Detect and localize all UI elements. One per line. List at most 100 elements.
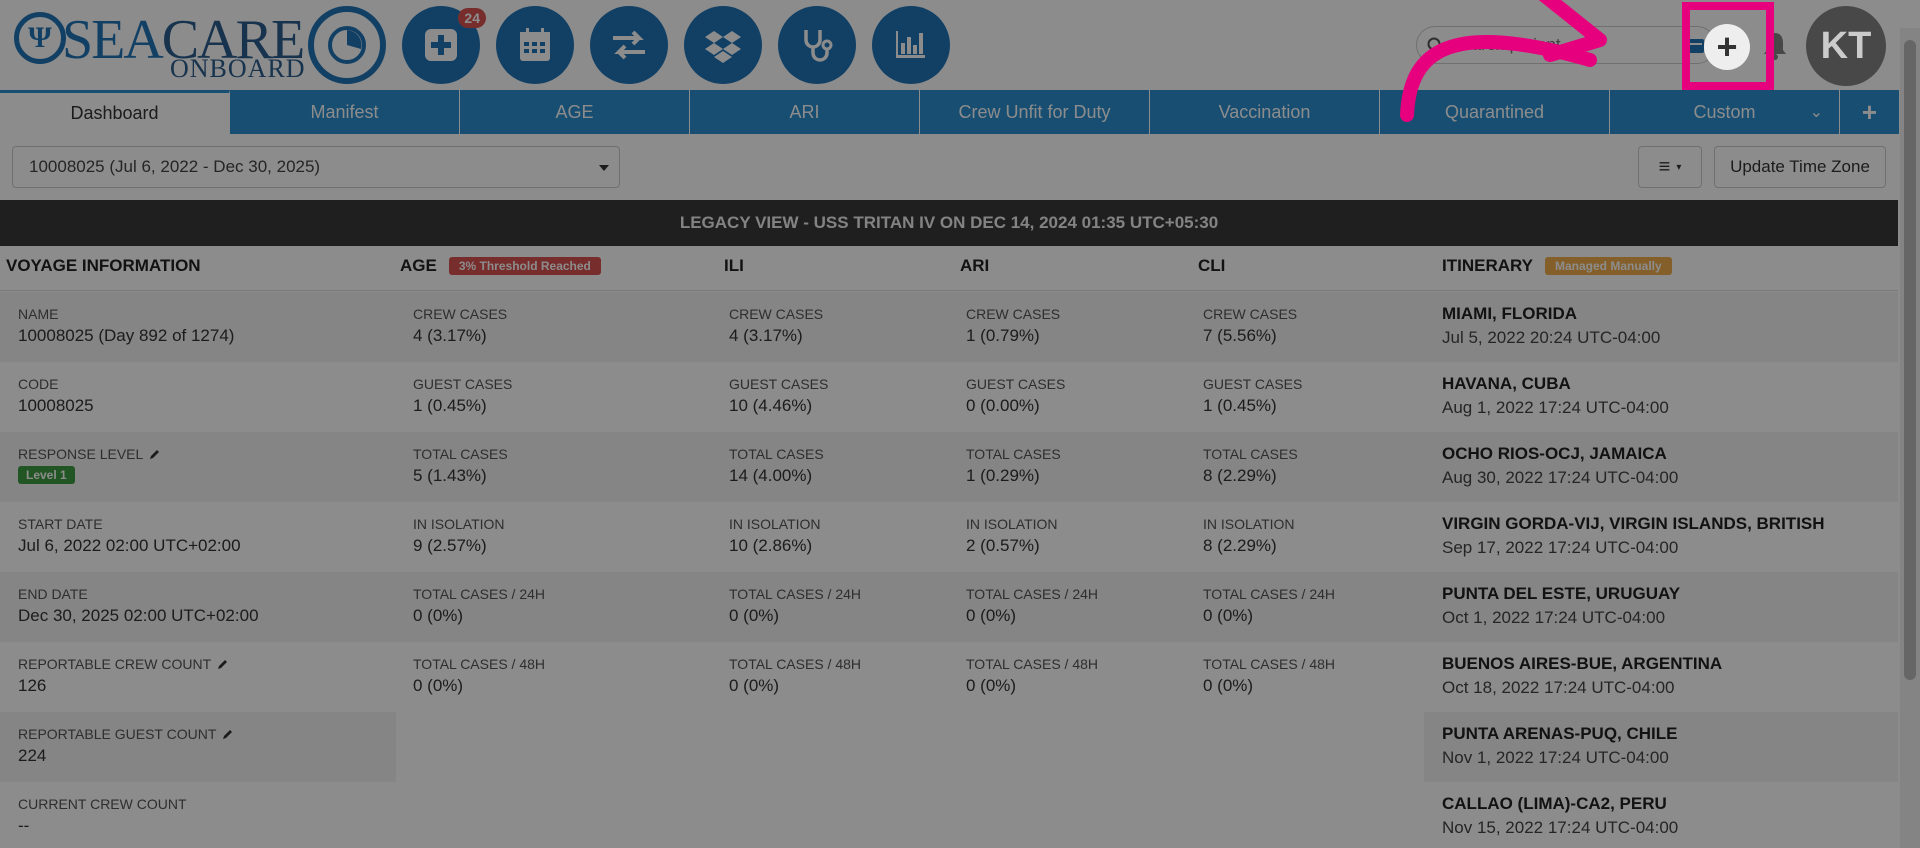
tab-vaccination[interactable]: Vaccination bbox=[1150, 90, 1380, 134]
add-patient-icon bbox=[425, 29, 457, 61]
ari-title: ARI bbox=[960, 256, 990, 275]
id-card-icon[interactable] bbox=[1685, 37, 1705, 55]
voyage-field: END DATE Dec 30, 2025 02:00 UTC+02:00 bbox=[18, 586, 259, 626]
field-label-text: NAME bbox=[18, 306, 59, 322]
itinerary-stop: OCHO RIOS-OCJ, JAMAICA Aug 30, 2022 17:24… bbox=[1442, 444, 1678, 488]
field-value: 10008025 bbox=[18, 396, 94, 415]
field-label: CURRENT CREW COUNT bbox=[18, 796, 187, 812]
metric-value: 14 (4.00%) bbox=[729, 466, 813, 485]
metric-value: 1 (0.45%) bbox=[1203, 396, 1277, 415]
ari-metric: TOTAL CASES 1 (0.29%) bbox=[966, 446, 1061, 486]
table-row: RESPONSE LEVEL Level 1 TOTAL CASES 5 (1.43%… bbox=[0, 432, 1898, 502]
metric-label: TOTAL CASES / 24H bbox=[413, 586, 546, 602]
bell-icon[interactable] bbox=[1762, 30, 1788, 60]
dashboard-icon bbox=[328, 26, 366, 64]
field-label: END DATE bbox=[18, 586, 259, 602]
cli-metric: TOTAL CASES / 48H 0 (0%) bbox=[1203, 656, 1335, 696]
cli-metric: CREW CASES 7 (5.56%) bbox=[1203, 306, 1297, 346]
metric-value: 0 (0.00%) bbox=[966, 396, 1040, 415]
bar-chart-icon bbox=[896, 31, 925, 58]
field-label: REPORTABLE GUEST COUNT bbox=[18, 726, 234, 742]
voyage-select[interactable]: 10008025 (Jul 6, 2022 - Dec 30, 2025) bbox=[12, 146, 620, 188]
metric-label: GUEST CASES bbox=[966, 376, 1066, 392]
patient-search[interactable] bbox=[1416, 26, 1716, 64]
metric-label: IN ISOLATION bbox=[729, 516, 821, 532]
ili-metric: TOTAL CASES 14 (4.00%) bbox=[729, 446, 824, 486]
calendar-nav-button[interactable] bbox=[496, 6, 574, 84]
dropbox-nav-button[interactable] bbox=[684, 6, 762, 84]
page-scrollbar[interactable] bbox=[1900, 28, 1920, 848]
hamburger-icon: ≡ bbox=[1658, 155, 1671, 178]
search-input[interactable] bbox=[1451, 35, 1651, 55]
tab-age[interactable]: AGE bbox=[460, 90, 690, 134]
itinerary-port: MIAMI, FLORIDA bbox=[1442, 304, 1578, 323]
metric-value: 2 (0.57%) bbox=[966, 536, 1040, 555]
age-metric: GUEST CASES 1 (0.45%) bbox=[413, 376, 512, 416]
metric-value: 0 (0%) bbox=[413, 676, 464, 695]
metric-label: TOTAL CASES / 48H bbox=[966, 656, 1099, 672]
logo-onboard-text: ONBOARD bbox=[170, 54, 306, 83]
metric-label: GUEST CASES bbox=[1203, 376, 1303, 392]
notification-badge: 24 bbox=[458, 8, 486, 28]
pencil-icon[interactable] bbox=[222, 728, 234, 740]
reports-nav-button[interactable] bbox=[872, 6, 950, 84]
user-avatar[interactable]: KT bbox=[1806, 6, 1886, 86]
field-label-text: CURRENT CREW COUNT bbox=[18, 796, 187, 812]
metric-label: TOTAL CASES / 24H bbox=[729, 586, 862, 602]
pencil-icon[interactable] bbox=[149, 448, 161, 460]
seacare-logo[interactable]: Ψ SEACARE ONBOARD bbox=[14, 8, 305, 83]
itinerary-date: Nov 15, 2022 17:24 UTC-04:00 bbox=[1442, 818, 1679, 837]
ari-metric: CREW CASES 1 (0.79%) bbox=[966, 306, 1060, 346]
dashboard-nav-button[interactable] bbox=[308, 6, 386, 84]
metric-value: 0 (0%) bbox=[413, 606, 464, 625]
medical-nav-button[interactable] bbox=[778, 6, 856, 84]
legacy-view-banner: LEGACY VIEW - USS TRITAN IV ON DEC 14, 2… bbox=[0, 200, 1898, 246]
cli-heading: CLI bbox=[1198, 256, 1225, 276]
metric-label: TOTAL CASES / 48H bbox=[413, 656, 546, 672]
add-patient-nav-button[interactable]: 24 bbox=[402, 6, 486, 84]
cli-metric: GUEST CASES 1 (0.45%) bbox=[1203, 376, 1302, 416]
field-value: Jul 6, 2022 02:00 UTC+02:00 bbox=[18, 536, 241, 555]
ili-heading: ILI bbox=[724, 256, 744, 276]
tab-crew-unfit[interactable]: Crew Unfit for Duty bbox=[920, 90, 1150, 134]
add-button[interactable]: + bbox=[1704, 24, 1750, 70]
itinerary-port: OCHO RIOS-OCJ, JAMAICA bbox=[1442, 444, 1667, 463]
stethoscope-icon bbox=[804, 30, 833, 62]
metric-label: CREW CASES bbox=[1203, 306, 1298, 322]
pencil-icon[interactable] bbox=[217, 658, 229, 670]
managed-manually-badge: Managed Manually bbox=[1545, 257, 1672, 275]
tab-custom[interactable]: Custom ⌄ bbox=[1610, 90, 1840, 134]
voyage-field: RESPONSE LEVEL Level 1 bbox=[18, 446, 161, 484]
update-time-zone-button[interactable]: Update Time Zone bbox=[1714, 146, 1886, 188]
metric-label: TOTAL CASES / 24H bbox=[1203, 586, 1336, 602]
field-label-text: START DATE bbox=[18, 516, 103, 532]
tab-ari[interactable]: ARI bbox=[690, 90, 920, 134]
table-row: REPORTABLE GUEST COUNT 224 PUNTA ARENAS-PU… bbox=[0, 712, 1898, 782]
itinerary-date: Jul 5, 2022 20:24 UTC-04:00 bbox=[1442, 328, 1661, 347]
age-metric: IN ISOLATION 9 (2.57%) bbox=[413, 516, 505, 556]
add-tab-button[interactable]: + bbox=[1840, 90, 1900, 134]
ari-metric: TOTAL CASES / 48H 0 (0%) bbox=[966, 656, 1098, 696]
itinerary-stop: PUNTA ARENAS-PUQ, CHILE Nov 1, 2022 17:24… bbox=[1442, 724, 1678, 768]
dropbox-icon bbox=[705, 31, 741, 63]
tab-dashboard[interactable]: Dashboard bbox=[0, 90, 230, 134]
list-menu-button[interactable]: ≡ ▾ bbox=[1638, 146, 1702, 188]
itinerary-port: BUENOS AIRES-BUE, ARGENTINA bbox=[1442, 654, 1723, 673]
scrollbar-thumb[interactable] bbox=[1904, 40, 1916, 680]
field-label-text: REPORTABLE GUEST COUNT bbox=[18, 726, 217, 742]
tab-quarantined[interactable]: Quarantined bbox=[1380, 90, 1610, 134]
metric-value: 4 (3.17%) bbox=[413, 326, 487, 345]
itinerary-date: Aug 30, 2022 17:24 UTC-04:00 bbox=[1442, 468, 1679, 487]
transfer-nav-button[interactable] bbox=[590, 6, 668, 84]
threshold-badge: 3% Threshold Reached bbox=[448, 257, 601, 275]
tab-manifest[interactable]: Manifest bbox=[230, 90, 460, 134]
field-value: Dec 30, 2025 02:00 UTC+02:00 bbox=[18, 606, 259, 625]
metric-value: 5 (1.43%) bbox=[413, 466, 487, 485]
metric-label: TOTAL CASES bbox=[729, 446, 824, 462]
metric-value: 0 (0%) bbox=[966, 676, 1017, 695]
voyage-field: REPORTABLE GUEST COUNT 224 bbox=[18, 726, 234, 766]
field-label-text: RESPONSE LEVEL bbox=[18, 446, 144, 462]
response-level-badge: Level 1 bbox=[18, 466, 75, 484]
chevron-down-icon: ⌄ bbox=[1809, 104, 1823, 121]
itinerary-stop: PUNTA DEL ESTE, URUGUAY Oct 1, 2022 17:24… bbox=[1442, 584, 1680, 628]
